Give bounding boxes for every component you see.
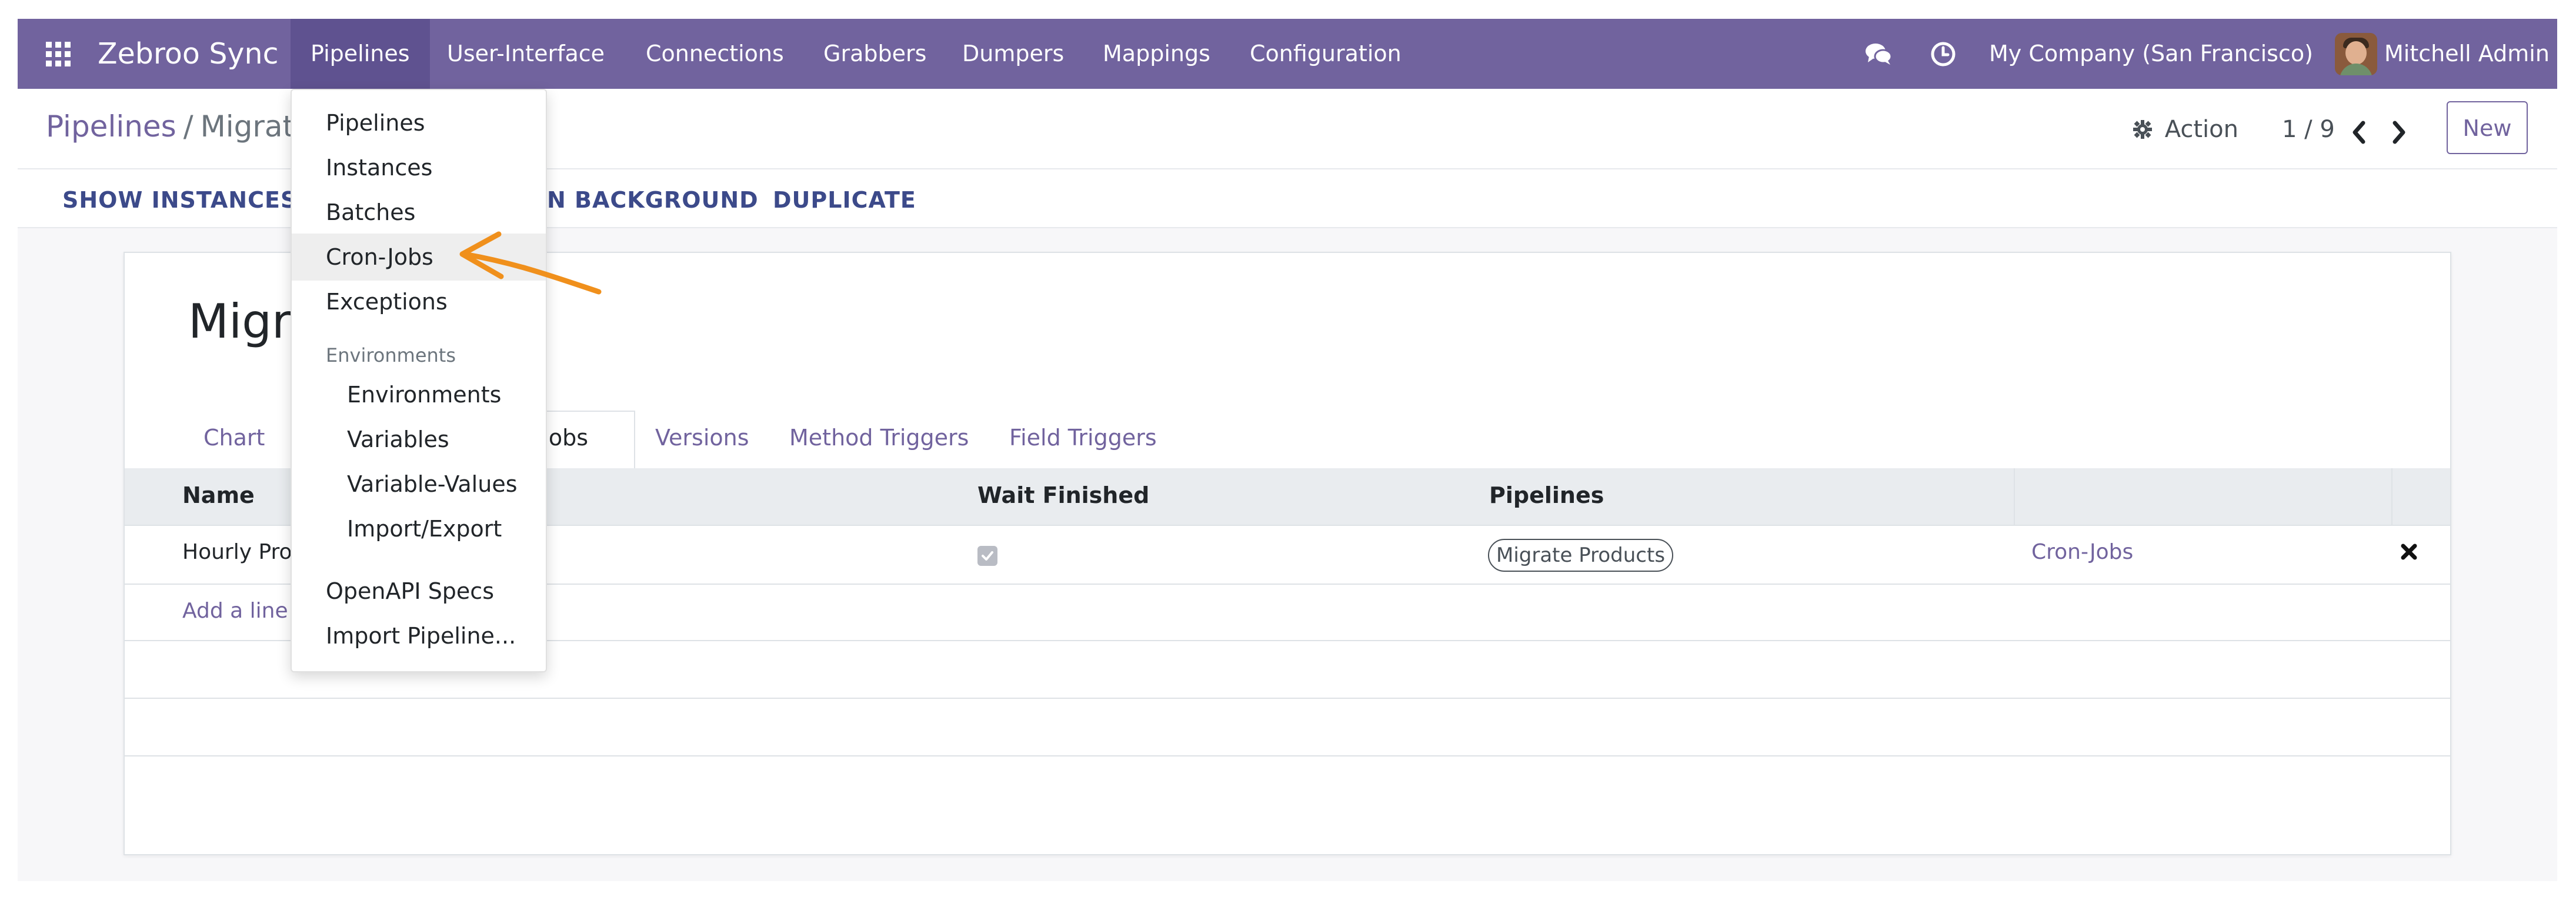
annotation-arrow-icon xyxy=(459,231,602,295)
